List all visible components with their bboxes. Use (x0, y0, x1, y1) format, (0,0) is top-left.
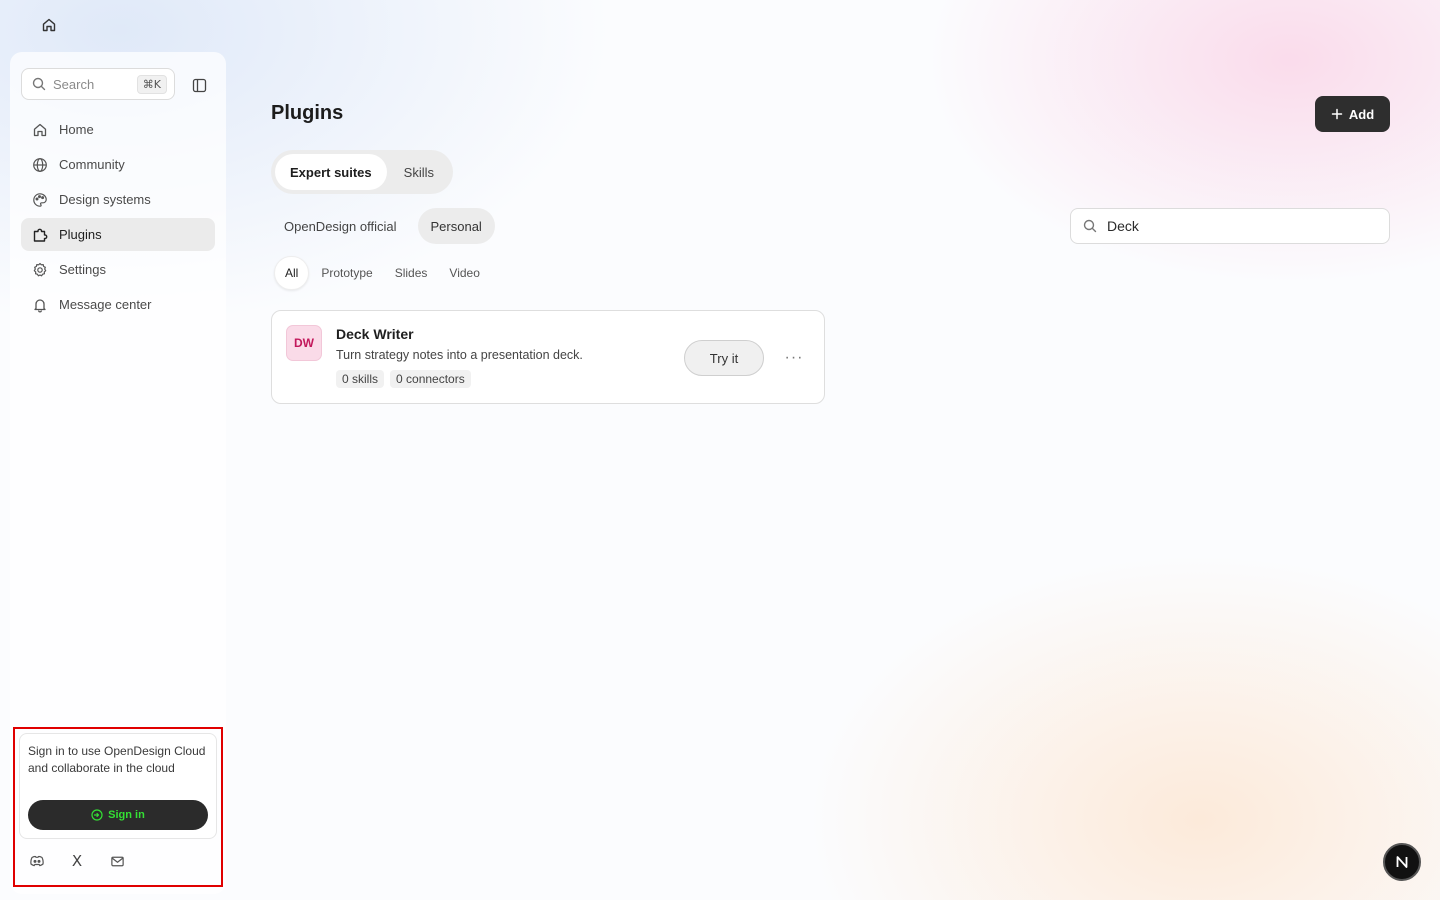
plugin-name: Deck Writer (336, 326, 414, 342)
gear-icon (31, 261, 49, 279)
sidebar-item-label: Message center (59, 297, 152, 312)
source-tabs: OpenDesign official Personal (271, 208, 495, 244)
n-logo-icon (1396, 856, 1408, 868)
tab-slides[interactable]: Slides (385, 256, 438, 290)
page-title: Plugins (271, 102, 344, 124)
x-icon[interactable]: X (68, 852, 86, 870)
bell-icon (31, 296, 49, 314)
add-button-label: Add (1348, 106, 1375, 122)
tab-skills[interactable]: Skills (389, 154, 449, 190)
signin-button-label: Sign in (108, 809, 145, 821)
sidebar-item-home[interactable]: Home (21, 113, 215, 146)
signin-icon (91, 809, 103, 821)
add-plugin-button[interactable]: Add (1315, 96, 1390, 132)
sidebar-item-plugins[interactable]: Plugins (21, 218, 215, 251)
search-shortcut-badge: ⌘K (136, 74, 167, 94)
try-it-button[interactable]: Try it (684, 340, 764, 376)
search-icon (1083, 219, 1097, 233)
plugin-description: Turn strategy notes into a presentation … (336, 348, 583, 362)
mail-icon[interactable] (108, 852, 126, 870)
search-input[interactable]: Search ⌘K (21, 68, 175, 100)
tab-prototype[interactable]: Prototype (311, 256, 382, 290)
home-icon (31, 121, 49, 139)
sidebar-item-settings[interactable]: Settings (21, 253, 215, 286)
tab-personal[interactable]: Personal (417, 208, 495, 244)
top-home-icon[interactable] (36, 12, 62, 38)
plugin-search-input[interactable]: Deck (1070, 208, 1390, 244)
sidebar-item-label: Plugins (59, 227, 102, 242)
sidebar-item-design-systems[interactable]: Design systems (21, 183, 215, 216)
signin-message: Sign in to use OpenDesign Cloud and coll… (28, 744, 206, 775)
discord-icon[interactable] (28, 852, 46, 870)
connectors-count-tag: 0 connectors (390, 370, 471, 388)
sidebar-nav: Home Community Design systems Plugins Se… (21, 113, 215, 323)
sidebar-item-label: Design systems (59, 192, 151, 207)
social-links: X (28, 852, 126, 870)
tab-opendesign-official[interactable]: OpenDesign official (271, 208, 410, 244)
tab-video[interactable]: Video (439, 256, 489, 290)
plugin-card[interactable]: DW Deck Writer Turn strategy notes into … (271, 310, 825, 404)
tab-expert-suites[interactable]: Expert suites (275, 154, 387, 190)
sidebar-item-label: Settings (59, 262, 106, 277)
plugin-tags: 0 skills 0 connectors (336, 370, 471, 388)
sidebar-item-community[interactable]: Community (21, 148, 215, 181)
globe-icon (31, 156, 49, 174)
category-tabs: All Prototype Slides Video (274, 256, 490, 290)
sidebar-item-label: Home (59, 122, 94, 137)
search-placeholder: Search (53, 76, 95, 92)
puzzle-icon (31, 226, 49, 244)
sidebar-item-label: Community (59, 157, 125, 172)
more-options-icon[interactable]: ··· (780, 344, 808, 372)
n-logo-badge[interactable] (1383, 843, 1421, 881)
signin-card: Sign in to use OpenDesign Cloud and coll… (19, 733, 217, 839)
tab-all[interactable]: All (274, 256, 310, 290)
signin-button[interactable]: Sign in (28, 800, 208, 830)
skills-count-tag: 0 skills (336, 370, 385, 388)
plus-icon (1331, 108, 1343, 120)
plugin-avatar: DW (286, 325, 322, 361)
sidebar-item-message-center[interactable]: Message center (21, 288, 215, 321)
suite-tabs: Expert suites Skills (271, 150, 453, 194)
search-icon (32, 77, 46, 91)
plugin-search-value: Deck (1107, 218, 1139, 234)
sidebar-toggle-icon[interactable] (188, 74, 210, 96)
palette-icon (31, 191, 49, 209)
